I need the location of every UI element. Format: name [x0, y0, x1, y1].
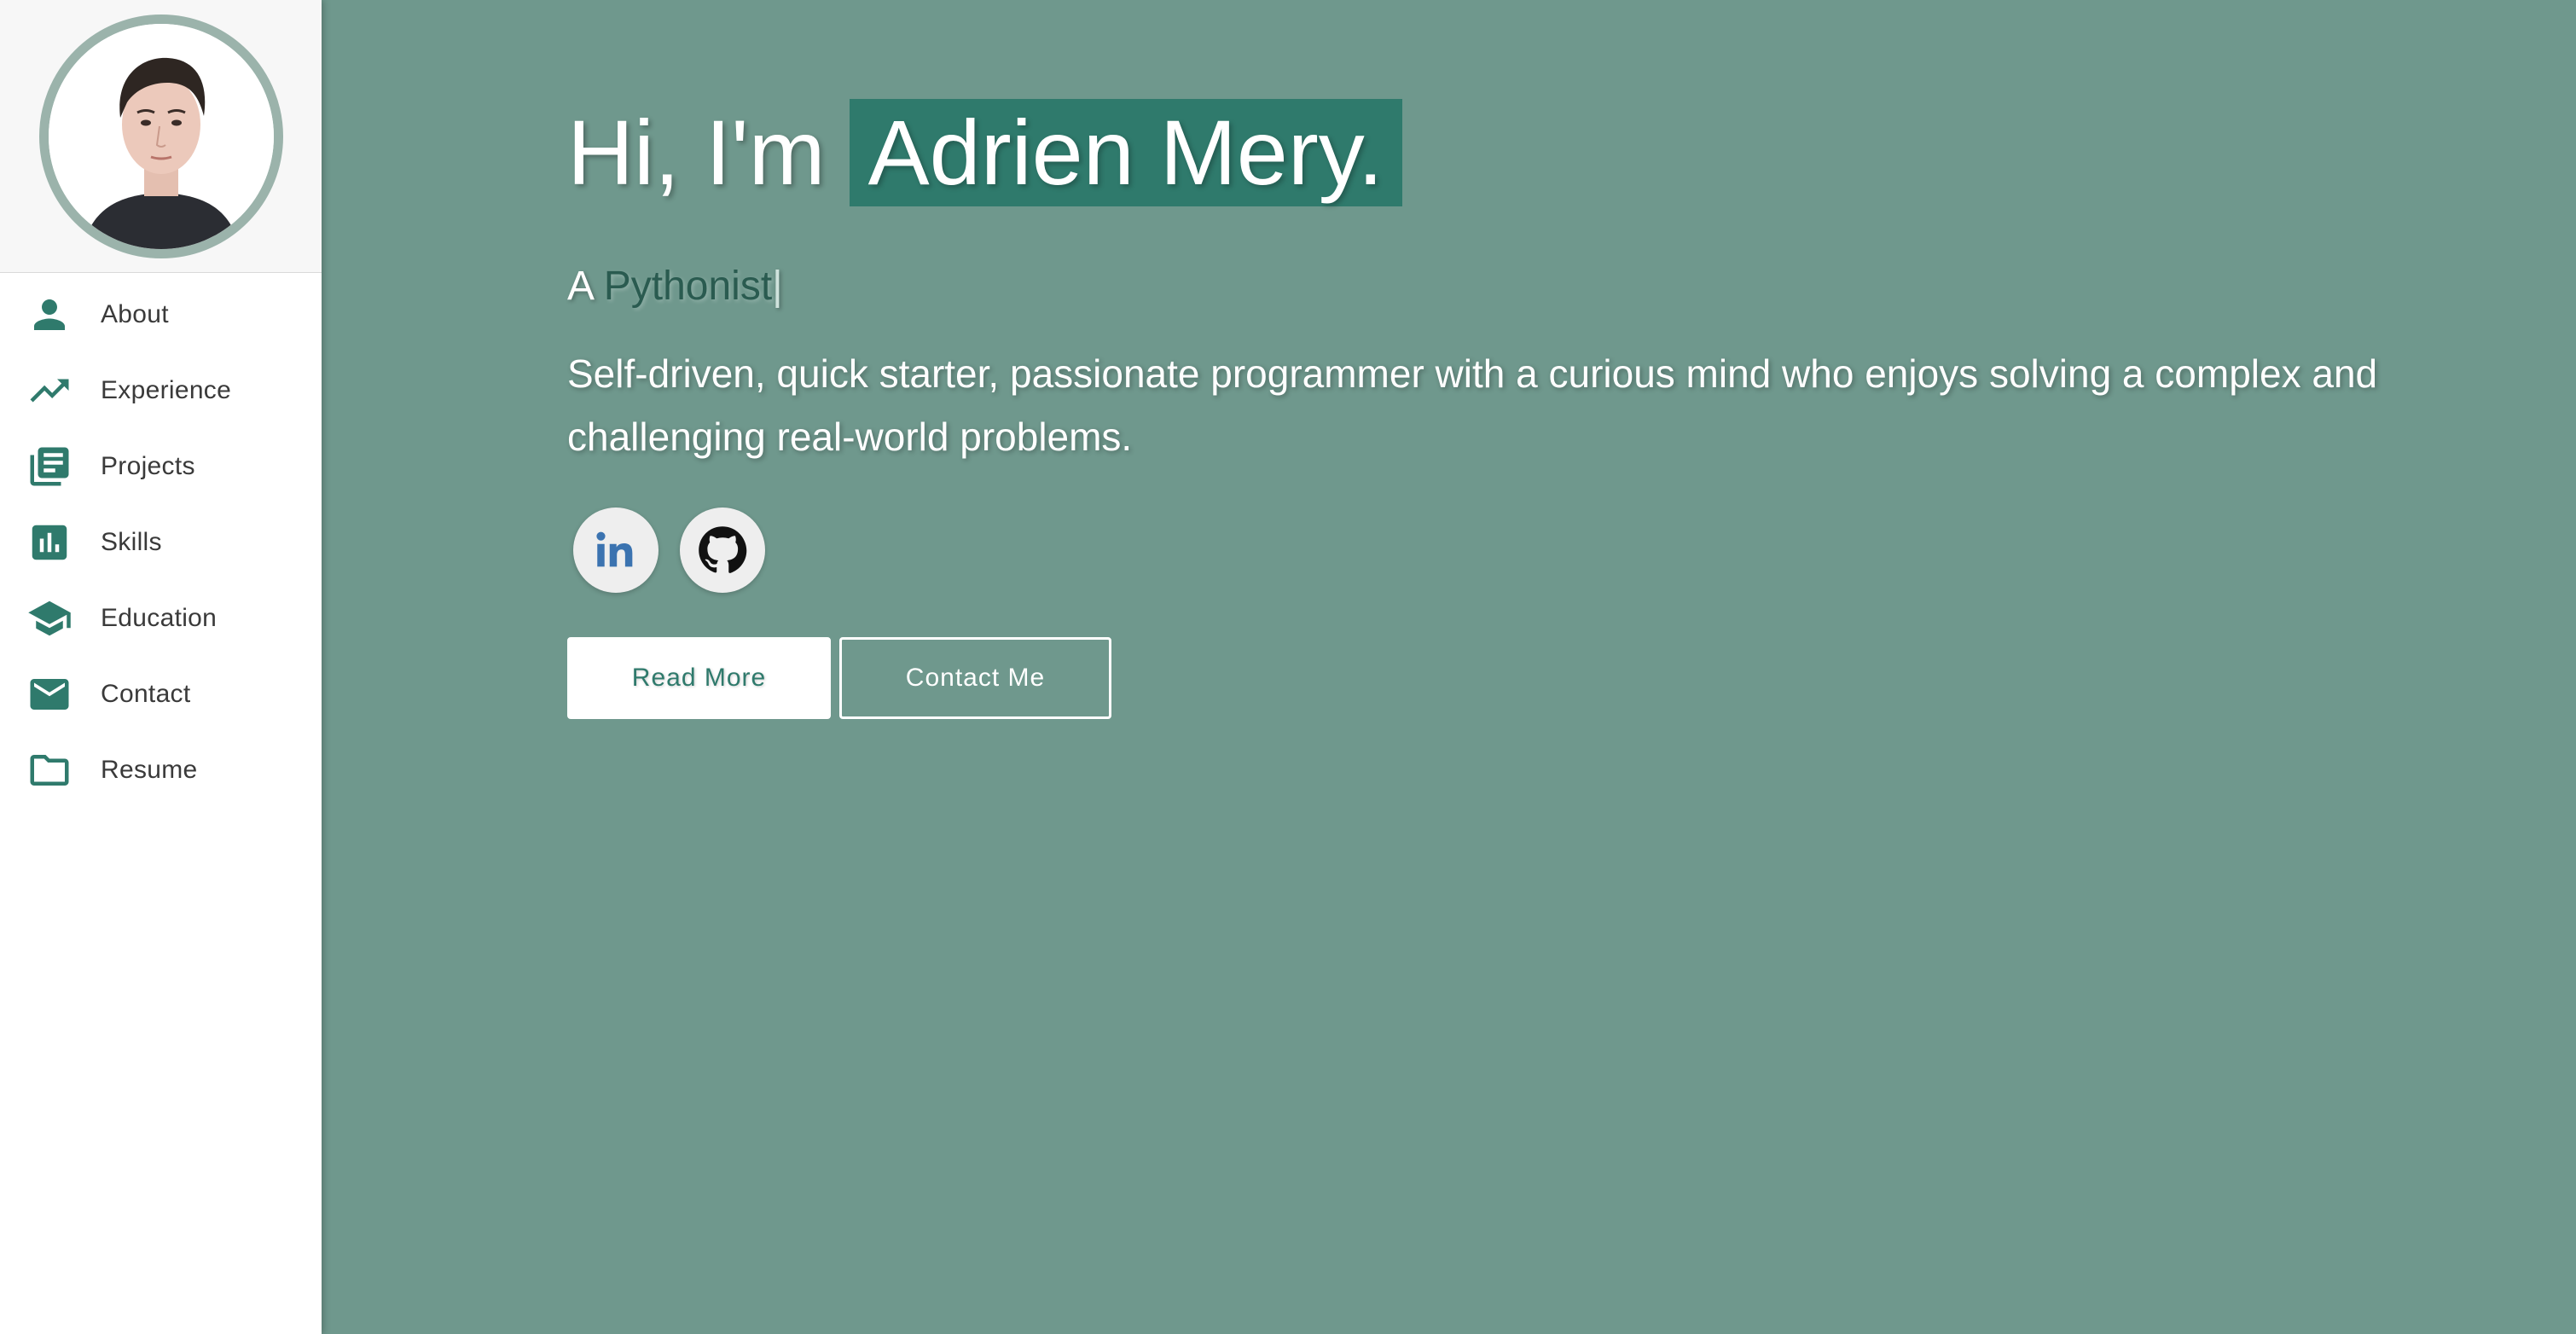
typing-cursor: | — [772, 264, 783, 309]
linkedin-link[interactable] — [573, 508, 659, 593]
sidebar-item-label: Education — [101, 603, 218, 632]
hero-section: Hi, I'm Adrien Mery. A Pythonist| Self-d… — [567, 99, 2444, 719]
sidebar-item-label: Contact — [101, 679, 191, 708]
sidebar-item-label: Resume — [101, 755, 198, 784]
github-link[interactable] — [680, 508, 765, 593]
role-typed-text: Pythonist — [603, 264, 773, 309]
contact-me-button[interactable]: Contact Me — [839, 637, 1111, 719]
linkedin-icon — [596, 531, 633, 567]
bio-text: Self-driven, quick starter, passionate p… — [567, 351, 2378, 459]
sidebar-item-about[interactable]: About — [0, 276, 322, 352]
sidebar-item-education[interactable]: Education — [0, 580, 322, 656]
trending-up-icon — [26, 367, 73, 415]
role-line: A Pythonist| — [567, 263, 2444, 310]
avatar — [38, 14, 283, 258]
hero-buttons: Read More Contact Me — [567, 637, 2444, 719]
sidebar-nav: About Experience Projects Skills Educati… — [0, 273, 322, 808]
sidebar-item-experience[interactable]: Experience — [0, 352, 322, 428]
sidebar-item-contact[interactable]: Contact — [0, 656, 322, 732]
github-icon — [699, 526, 747, 573]
sidebar-item-skills[interactable]: Skills — [0, 504, 322, 580]
mail-icon — [26, 670, 73, 718]
sidebar-item-resume[interactable]: Resume — [0, 732, 322, 808]
page-title: Hi, I'm Adrien Mery. — [567, 99, 2444, 206]
greeting-text: Hi, I'm — [567, 101, 826, 204]
sidebar: About Experience Projects Skills Educati… — [0, 0, 322, 1334]
read-more-button[interactable]: Read More — [567, 637, 831, 719]
library-books-icon — [26, 443, 73, 490]
person-icon — [26, 291, 73, 339]
sidebar-item-label: Skills — [101, 527, 162, 556]
role-prefix: A — [567, 264, 593, 309]
profile-photo — [48, 24, 274, 249]
sidebar-item-label: Experience — [101, 375, 232, 404]
profile-section — [0, 0, 322, 273]
sidebar-item-label: Projects — [101, 451, 195, 480]
main-content: Hi, I'm Adrien Mery. A Pythonist| Self-d… — [322, 0, 2576, 1334]
name-highlight: Adrien Mery. — [849, 99, 1402, 206]
sidebar-item-projects[interactable]: Projects — [0, 428, 322, 504]
sidebar-item-label: About — [101, 299, 169, 328]
bar-chart-icon — [26, 519, 73, 566]
social-links — [567, 508, 2444, 593]
school-icon — [26, 594, 73, 642]
folder-icon — [26, 746, 73, 794]
